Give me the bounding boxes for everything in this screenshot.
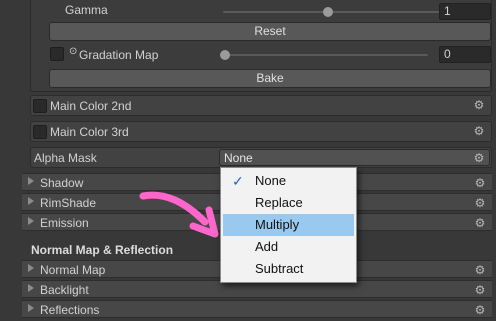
triangle-right-icon bbox=[28, 197, 34, 205]
main-color-2nd-row[interactable]: Main Color 2nd ⚙ bbox=[30, 95, 492, 116]
gear-icon[interactable]: ⚙ bbox=[474, 284, 486, 296]
main-color-3rd-row[interactable]: Main Color 3rd ⚙ bbox=[30, 121, 492, 142]
foldout-label: Emission bbox=[40, 216, 89, 230]
foldout-label: RimShade bbox=[40, 196, 97, 210]
gamma-label: Gamma bbox=[65, 3, 108, 17]
menu-item-replace[interactable]: Replace bbox=[223, 192, 354, 214]
menu-item-label: Multiply bbox=[255, 217, 300, 232]
foldout-label: Backlight bbox=[40, 283, 89, 297]
section-title-normal-map-reflection: Normal Map & Reflection bbox=[31, 243, 174, 257]
menu-item-add[interactable]: Add bbox=[223, 236, 354, 258]
menu-item-multiply[interactable]: Multiply bbox=[223, 214, 354, 236]
triangle-right-icon bbox=[28, 217, 34, 225]
gear-icon[interactable]: ⚙ bbox=[474, 177, 486, 189]
main-color-2nd-checkbox[interactable] bbox=[33, 99, 47, 113]
foldout-reflections[interactable]: Reflections ⚙ bbox=[22, 300, 492, 318]
gear-icon[interactable]: ⚙ bbox=[474, 197, 486, 209]
annotation-arrow-icon bbox=[139, 191, 219, 238]
gear-icon[interactable]: ⚙ bbox=[474, 264, 486, 276]
main-color-3rd-checkbox[interactable] bbox=[33, 125, 47, 139]
gamma-value-field[interactable]: 1 bbox=[439, 3, 491, 20]
bake-button[interactable]: Bake bbox=[49, 69, 491, 88]
gradation-map-value-field[interactable]: 0 bbox=[439, 46, 491, 63]
menu-item-label: None bbox=[255, 173, 287, 188]
gradation-map-label: Gradation Map bbox=[79, 48, 159, 62]
gear-icon[interactable]: ⚙ bbox=[473, 125, 485, 137]
alpha-mask-dropdown[interactable]: None ⚙ bbox=[219, 149, 490, 166]
alpha-mask-value: None bbox=[224, 151, 253, 165]
triangle-right-icon bbox=[28, 264, 34, 272]
foldout-label: Reflections bbox=[40, 303, 100, 317]
gear-icon[interactable]: ⚙ bbox=[473, 152, 485, 164]
gamma-slider-thumb[interactable] bbox=[323, 7, 333, 17]
gradation-map-checkbox[interactable] bbox=[50, 47, 64, 61]
gamma-slider-track[interactable] bbox=[223, 11, 460, 13]
gradation-panel: Gamma 1 Reset ⊙ Gradation Map 0 Bake bbox=[30, 0, 492, 92]
triangle-right-icon bbox=[28, 304, 34, 312]
main-color-3rd-label: Main Color 3rd bbox=[50, 125, 129, 139]
menu-item-label: Replace bbox=[255, 195, 303, 210]
menu-item-label: Add bbox=[255, 239, 279, 254]
gear-icon[interactable]: ⚙ bbox=[474, 217, 486, 229]
checkmark-icon: ✓ bbox=[232, 173, 244, 189]
foldout-label: Normal Map bbox=[40, 263, 106, 277]
foldout-label: Shadow bbox=[40, 176, 84, 190]
main-color-2nd-label: Main Color 2nd bbox=[50, 99, 132, 113]
gradation-map-slider-thumb[interactable] bbox=[220, 50, 230, 60]
triangle-right-icon bbox=[28, 177, 34, 185]
reset-button[interactable]: Reset bbox=[49, 22, 491, 41]
gear-icon[interactable]: ⚙ bbox=[474, 304, 486, 316]
menu-item-subtract[interactable]: Subtract bbox=[223, 258, 354, 280]
triangle-right-icon bbox=[28, 284, 34, 292]
menu-item-label: Subtract bbox=[255, 261, 304, 276]
gradation-map-slider-track[interactable] bbox=[223, 54, 428, 56]
gear-icon[interactable]: ⚙ bbox=[473, 99, 485, 111]
alpha-mask-label: Alpha Mask bbox=[34, 151, 97, 165]
texture-slot-icon[interactable]: ⊙ bbox=[69, 46, 77, 57]
alpha-mask-menu: ✓ None Replace Multiply Add Subtract bbox=[220, 167, 357, 283]
menu-item-none[interactable]: ✓ None bbox=[223, 170, 354, 192]
